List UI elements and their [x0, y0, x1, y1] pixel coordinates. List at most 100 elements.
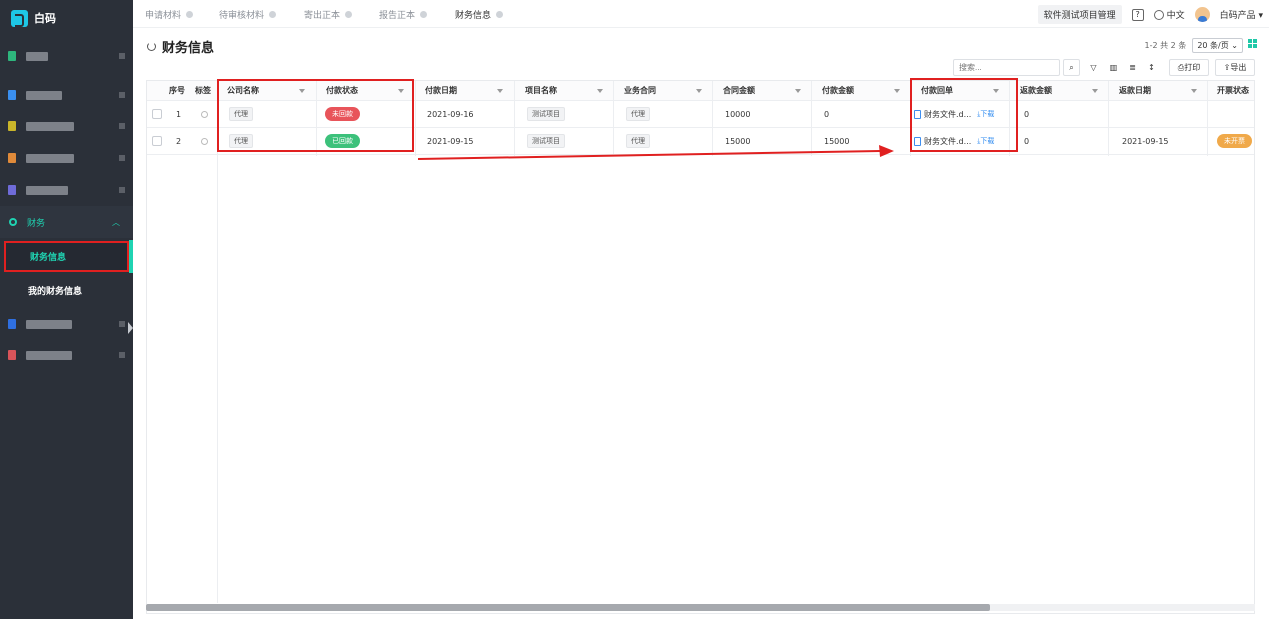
header-invoice-status[interactable]: 开票状态 — [1217, 81, 1249, 100]
download-label: 下载 — [980, 137, 995, 145]
paperclip-icon[interactable] — [199, 109, 210, 119]
tab-report-original[interactable]: 报告正本 — [379, 8, 428, 21]
download-link[interactable]: ⤓下载 — [977, 136, 994, 146]
contract-tag[interactable]: 代理 — [626, 107, 650, 121]
menu-icon — [8, 153, 16, 163]
sidebar-item-blurred-3[interactable] — [8, 121, 125, 131]
row-index: 2 — [176, 136, 182, 146]
tab-pending-review[interactable]: 待审核材料 — [219, 8, 277, 21]
close-icon[interactable] — [496, 11, 504, 18]
close-icon[interactable] — [269, 11, 277, 18]
help-icon[interactable]: ? — [1131, 8, 1144, 21]
sort-icon[interactable]: ↕ — [1143, 59, 1160, 76]
finance-group-label: 财务 — [27, 218, 46, 229]
pay-date: 2021-09-16 — [427, 109, 474, 119]
pay-status-badge: 未回款 — [325, 107, 360, 121]
header-company[interactable]: 公司名称 — [227, 81, 259, 100]
menu-icon — [8, 51, 16, 61]
header-contract[interactable]: 业务合同 — [624, 81, 656, 100]
row-checkbox[interactable] — [152, 136, 162, 146]
sidebar-item-label: 我的财务信息 — [28, 287, 83, 297]
logo-icon — [11, 9, 28, 27]
sort-icon[interactable] — [1191, 89, 1197, 93]
company-tag[interactable]: 代理 — [229, 107, 253, 121]
chart-icon[interactable]: ▥ — [1105, 59, 1122, 76]
search-input[interactable] — [953, 59, 1060, 76]
receipt-filename[interactable]: 财务文件.d... — [924, 109, 971, 120]
tab-label: 待审核材料 — [219, 11, 265, 21]
sort-icon[interactable] — [597, 89, 603, 93]
page-size-select[interactable]: 20 条/页 ⌄ — [1192, 38, 1243, 53]
product-label: 白码产品 — [1219, 11, 1256, 21]
row-checkbox[interactable] — [152, 109, 162, 119]
tab-apply-material[interactable]: 申请材料 — [145, 8, 194, 21]
sort-icon[interactable] — [1092, 89, 1098, 93]
sidebar-item-finance-info[interactable]: 财务信息 — [4, 241, 129, 272]
language-switch[interactable]: 中文 — [1153, 8, 1185, 21]
horizontal-scrollbar[interactable] — [146, 604, 1255, 611]
download-link[interactable]: ⤓下载 — [977, 109, 994, 119]
menu-icon — [8, 350, 16, 360]
sidebar-item-blurred-6[interactable] — [8, 319, 125, 329]
header-contract-amount[interactable]: 合同金额 — [723, 81, 755, 100]
tab-send-original[interactable]: 寄出正本 — [304, 8, 353, 21]
menu-icon — [8, 121, 16, 131]
refresh-icon[interactable] — [147, 42, 156, 51]
close-icon[interactable] — [345, 11, 353, 18]
sort-icon[interactable] — [696, 89, 702, 93]
sidebar-group-finance[interactable]: 财务 ︿ — [0, 206, 133, 238]
export-button[interactable]: ⇪ 导出 — [1215, 59, 1255, 76]
globe-icon — [1153, 9, 1164, 20]
header-pay-amount[interactable]: 付款金额 — [822, 81, 854, 100]
file-icon — [914, 136, 921, 146]
header-refund-amount[interactable]: 返款金额 — [1020, 81, 1052, 100]
pay-status-badge: 已回款 — [325, 134, 360, 148]
header-pay-date[interactable]: 付款日期 — [425, 81, 457, 100]
project-tag[interactable]: 测试项目 — [527, 107, 565, 121]
sidebar-item-blurred-2[interactable] — [8, 90, 125, 100]
sort-icon[interactable] — [398, 89, 404, 93]
language-label: 中文 — [1166, 11, 1185, 21]
sort-icon[interactable] — [993, 89, 999, 93]
sort-icon[interactable] — [497, 89, 503, 93]
sidebar-item-my-finance-info[interactable]: 我的财务信息 — [4, 275, 129, 306]
sidebar-item-blurred-5[interactable] — [8, 185, 125, 195]
header-refund-date[interactable]: 返款日期 — [1119, 81, 1151, 100]
page-title: 财务信息 — [162, 41, 215, 56]
receipt-file[interactable]: 财务文件.d... ⤓下载 — [914, 128, 994, 154]
receipt-file[interactable]: 财务文件.d... ⤓下载 — [914, 101, 994, 127]
topbar-right: 软件测试项目管理 ? 中文 白码产品 ▾ — [1037, 5, 1263, 24]
print-button[interactable]: ⎙ 打印 — [1169, 59, 1209, 76]
active-indicator — [129, 240, 133, 273]
project-selector[interactable]: 软件测试项目管理 — [1037, 5, 1122, 24]
sort-icon[interactable] — [894, 89, 900, 93]
header-pay-status[interactable]: 付款状态 — [326, 81, 358, 100]
app-logo[interactable]: 白码 — [11, 8, 56, 28]
header-project[interactable]: 项目名称 — [525, 81, 557, 100]
paperclip-icon[interactable] — [199, 136, 210, 146]
header-receipt[interactable]: 付款回单 — [921, 81, 953, 100]
group-icon[interactable]: ≣ — [1124, 59, 1141, 76]
avatar[interactable] — [1194, 7, 1210, 22]
scrollbar-thumb[interactable] — [146, 604, 990, 611]
sidebar-item-blurred-1[interactable] — [8, 51, 125, 61]
header-tag: 标签 — [195, 86, 211, 95]
close-icon[interactable] — [420, 11, 428, 18]
table-row[interactable]: 1 代理 未回款 2021-09-16 测试项目 代理 10000 0 财务文件… — [147, 101, 1254, 128]
layout-grid-icon[interactable] — [1248, 39, 1257, 48]
menu-icon — [8, 319, 16, 329]
sort-icon[interactable] — [795, 89, 801, 93]
sidebar-item-blurred-4[interactable] — [8, 153, 125, 163]
product-menu[interactable]: 白码产品 ▾ — [1220, 8, 1263, 21]
refund-amount: 0 — [1024, 109, 1030, 119]
sidebar-collapse-icon[interactable] — [128, 322, 133, 334]
receipt-filename[interactable]: 财务文件.d... — [924, 136, 971, 147]
tab-finance-info[interactable]: 财务信息 — [455, 8, 504, 21]
sort-icon[interactable] — [299, 89, 305, 93]
sidebar-item-blurred-7[interactable] — [8, 350, 125, 360]
search-icon[interactable]: ⌕ — [1063, 59, 1080, 76]
pagination-summary: 1-2 共 2 条 — [1144, 41, 1187, 50]
close-icon[interactable] — [186, 11, 194, 18]
filter-icon[interactable]: ▽ — [1085, 59, 1102, 76]
company-tag[interactable]: 代理 — [229, 134, 253, 148]
